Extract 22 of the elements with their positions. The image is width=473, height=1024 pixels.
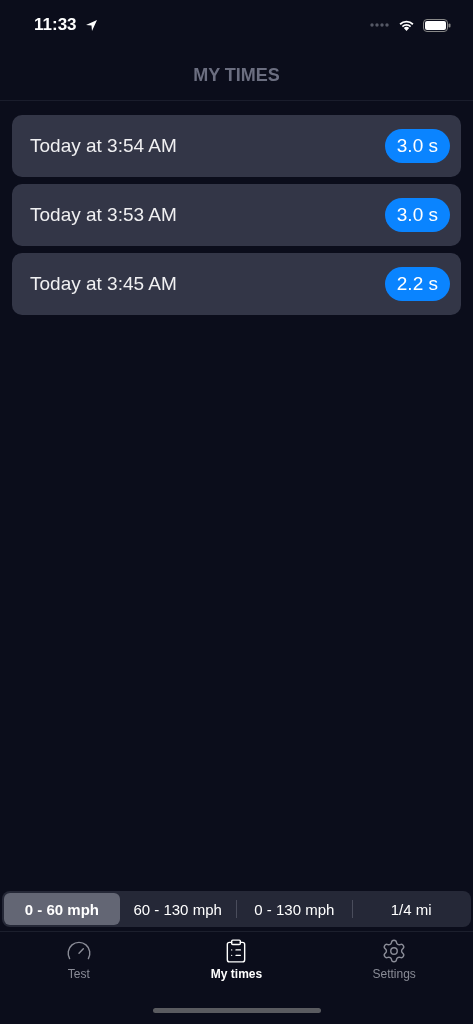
segment-option[interactable]: 1/4 mi xyxy=(353,893,469,925)
segment-option[interactable]: 0 - 130 mph xyxy=(236,893,353,925)
tab-bar-item[interactable]: Test xyxy=(18,938,139,981)
page-title: MY TIMES xyxy=(193,64,280,86)
status-time: 11:33 xyxy=(34,15,77,35)
time-entry-date: Today at 3:45 AM xyxy=(30,273,177,295)
segment-option[interactable]: 0 - 60 mph xyxy=(4,893,120,925)
signal-icon xyxy=(370,23,390,27)
time-value-badge: 3.0 s xyxy=(384,198,450,232)
tab-bar-item[interactable]: Settings xyxy=(334,938,455,981)
time-value-badge: 2.2 s xyxy=(384,267,450,301)
wifi-icon xyxy=(398,18,415,32)
time-entry-card[interactable]: Today at 3:45 AM 2.2 s xyxy=(12,253,461,315)
time-entry-card[interactable]: Today at 3:54 AM 3.0 s xyxy=(12,115,461,177)
time-entry-date: Today at 3:54 AM xyxy=(30,135,177,157)
location-arrow-icon xyxy=(84,18,98,32)
time-entry-card[interactable]: Today at 3:53 AM 3.0 s xyxy=(12,184,461,246)
time-entry-date: Today at 3:53 AM xyxy=(30,204,177,226)
time-value-badge: 3.0 s xyxy=(384,129,450,163)
battery-icon xyxy=(423,18,451,32)
tab-bar-item[interactable]: My times xyxy=(176,938,297,981)
segment-option[interactable]: 60 - 130 mph xyxy=(119,893,236,925)
